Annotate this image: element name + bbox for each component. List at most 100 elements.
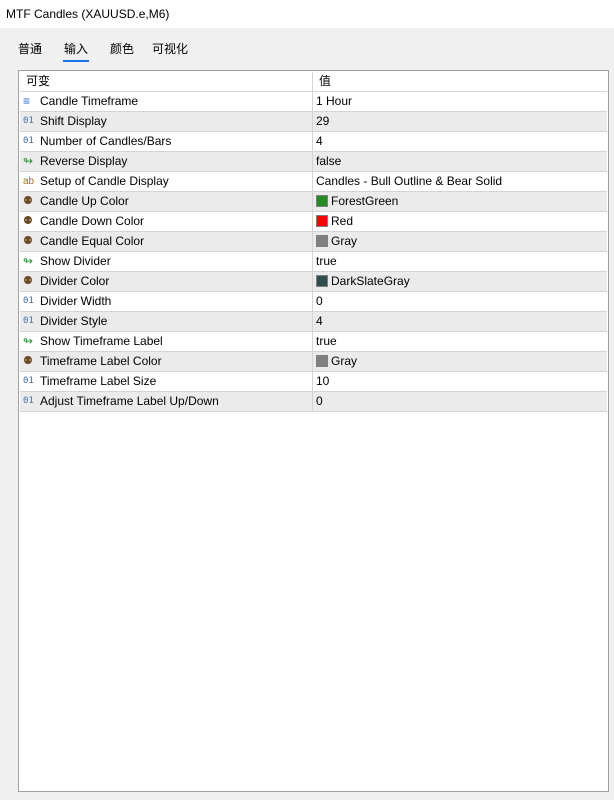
- tab-colors[interactable]: 颜色: [110, 40, 134, 57]
- parameter-name-cell: ⚉ Divider Color: [20, 272, 313, 291]
- parameter-value: Gray: [331, 354, 358, 368]
- parameter-value: Gray: [331, 234, 358, 248]
- color-swatch: [316, 195, 328, 207]
- parameter-name: Candle Timeframe: [40, 94, 139, 108]
- parameter-value-cell[interactable]: 1 Hour: [313, 92, 607, 111]
- parameter-value: 29: [316, 114, 330, 128]
- enum-icon: ≡: [23, 94, 31, 108]
- parameter-value: 1 Hour: [316, 94, 353, 108]
- parameter-name-cell: ab Setup of Candle Display: [20, 172, 313, 191]
- color-swatch: [316, 235, 328, 247]
- parameter-value-cell[interactable]: DarkSlateGray: [313, 272, 607, 291]
- table-row[interactable]: ⚉ Candle Equal Color Gray: [20, 232, 607, 252]
- number-icon: 01: [23, 316, 34, 326]
- parameter-name: Candle Equal Color: [40, 234, 145, 248]
- parameter-value: 0: [316, 394, 323, 408]
- number-icon: 01: [23, 296, 34, 306]
- parameter-value-cell[interactable]: Gray: [313, 232, 607, 251]
- parameter-name: Reverse Display: [40, 154, 128, 168]
- table-row[interactable]: ⚉ Timeframe Label Color Gray: [20, 352, 607, 372]
- parameter-value: 10: [316, 374, 330, 388]
- tab-inputs[interactable]: 输入: [62, 40, 90, 62]
- table-row[interactable]: ⚉ Divider Color DarkSlateGray: [20, 272, 607, 292]
- table-row[interactable]: 01 Divider Width 0: [20, 292, 607, 312]
- table-row[interactable]: 01 Timeframe Label Size 10: [20, 372, 607, 392]
- parameter-value-cell[interactable]: ForestGreen: [313, 192, 607, 211]
- table-row[interactable]: 01 Number of Candles/Bars 4: [20, 132, 607, 152]
- table-row[interactable]: ⚉ Candle Up Color ForestGreen: [20, 192, 607, 212]
- table-row[interactable]: ↬ Show Timeframe Label true: [20, 332, 607, 352]
- parameter-name: Divider Color: [40, 274, 110, 288]
- parameter-value: false: [316, 154, 342, 168]
- table-row[interactable]: 01 Adjust Timeframe Label Up/Down 0: [20, 392, 607, 412]
- color-swatch: [316, 355, 328, 367]
- table-row[interactable]: 01 Divider Style 4: [20, 312, 607, 332]
- parameter-name: Divider Width: [40, 294, 112, 308]
- parameter-value: true: [316, 254, 337, 268]
- grid-header: 可变 值: [20, 72, 607, 92]
- parameter-name-cell: ⚉ Candle Down Color: [20, 212, 313, 231]
- color-icon: ⚉: [23, 355, 33, 367]
- parameter-value-cell[interactable]: Candles - Bull Outline & Bear Solid: [313, 172, 607, 191]
- parameter-name-cell: ⚉ Timeframe Label Color: [20, 352, 313, 371]
- parameter-name: Number of Candles/Bars: [40, 134, 172, 148]
- parameter-name-cell: 01 Adjust Timeframe Label Up/Down: [20, 392, 313, 411]
- parameter-name-cell: 01 Divider Width: [20, 292, 313, 311]
- number-icon: 01: [23, 396, 34, 406]
- table-row[interactable]: ⚉ Candle Down Color Red: [20, 212, 607, 232]
- table-row[interactable]: ab Setup of Candle Display Candles - Bull …: [20, 172, 607, 192]
- color-icon: ⚉: [23, 195, 33, 207]
- tab-general[interactable]: 普通: [18, 40, 42, 57]
- title-bar: MTF Candles (XAUUSD.e,M6): [0, 0, 614, 28]
- table-row[interactable]: ↬ Reverse Display false: [20, 152, 607, 172]
- parameter-name-cell: 01 Timeframe Label Size: [20, 372, 313, 391]
- number-icon: 01: [23, 136, 34, 146]
- parameter-value-cell[interactable]: Gray: [313, 352, 607, 371]
- parameter-name-cell: 01 Divider Style: [20, 312, 313, 331]
- parameter-value-cell[interactable]: 29: [313, 112, 607, 131]
- color-swatch: [316, 215, 328, 227]
- parameter-name-cell: ↬ Show Timeframe Label: [20, 332, 313, 351]
- parameter-value: 0: [316, 294, 323, 308]
- number-icon: 01: [23, 376, 34, 386]
- parameter-value: DarkSlateGray: [331, 274, 410, 288]
- table-row[interactable]: ≡ Candle Timeframe 1 Hour: [20, 92, 607, 112]
- tab-visualization[interactable]: 可视化: [152, 40, 188, 57]
- boolean-icon: ↬: [23, 254, 34, 268]
- parameter-value-cell[interactable]: 0: [313, 292, 607, 311]
- parameter-value-cell[interactable]: false: [313, 152, 607, 171]
- parameter-value-cell[interactable]: true: [313, 252, 607, 271]
- parameter-value-cell[interactable]: 4: [313, 132, 607, 151]
- parameter-value: Candles - Bull Outline & Bear Solid: [316, 174, 503, 188]
- parameter-name-cell: ↬ Show Divider: [20, 252, 313, 271]
- parameter-name: Show Timeframe Label: [40, 334, 163, 348]
- parameter-name: Timeframe Label Color: [40, 354, 162, 368]
- tab-bar: 普通 输入 颜色 可视化: [0, 36, 614, 62]
- parameter-name-cell: 01 Shift Display: [20, 112, 313, 131]
- color-icon: ⚉: [23, 235, 33, 247]
- parameter-name: Show Divider: [40, 254, 111, 268]
- column-header-value: 值: [319, 74, 332, 88]
- parameter-value-cell[interactable]: true: [313, 332, 607, 351]
- parameter-name-cell: ≡ Candle Timeframe: [20, 92, 313, 111]
- color-icon: ⚉: [23, 275, 33, 287]
- string-icon: ab: [23, 176, 35, 187]
- parameter-name: Candle Down Color: [40, 214, 145, 228]
- parameter-name-cell: ⚉ Candle Equal Color: [20, 232, 313, 251]
- parameter-value: ForestGreen: [331, 194, 399, 208]
- table-row[interactable]: 01 Shift Display 29: [20, 112, 607, 132]
- color-swatch: [316, 275, 328, 287]
- boolean-icon: ↬: [23, 334, 34, 348]
- inputs-grid: 可变 值 ≡ Candle Timeframe 1 Hour 01 Shift Disp…: [18, 70, 609, 792]
- parameter-value-cell[interactable]: 10: [313, 372, 607, 391]
- boolean-icon: ↬: [23, 154, 34, 168]
- parameter-value: true: [316, 334, 337, 348]
- table-row[interactable]: ↬ Show Divider true: [20, 252, 607, 272]
- parameter-value-cell[interactable]: Red: [313, 212, 607, 231]
- column-header-variable: 可变: [20, 72, 313, 91]
- parameter-value-cell[interactable]: 0: [313, 392, 607, 411]
- parameter-name: Candle Up Color: [40, 194, 129, 208]
- color-icon: ⚉: [23, 215, 33, 227]
- parameter-value-cell[interactable]: 4: [313, 312, 607, 331]
- parameter-name: Timeframe Label Size: [40, 374, 157, 388]
